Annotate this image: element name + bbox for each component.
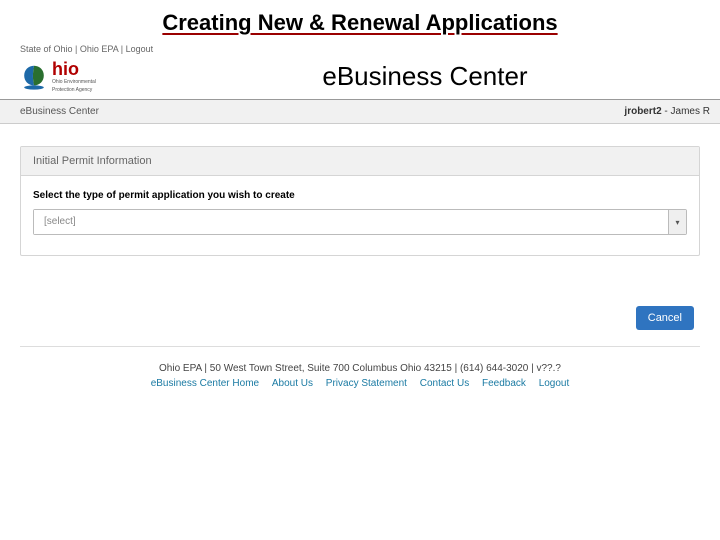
slide-title: Creating New & Renewal Applications (0, 0, 720, 42)
user-id: jrobert2 (624, 106, 661, 117)
select-value: [select] (34, 210, 668, 234)
app-title: eBusiness Center (140, 61, 710, 92)
logout-link[interactable]: Logout (126, 44, 154, 54)
logo-wordmark: hio (52, 60, 96, 78)
breadcrumb[interactable]: eBusiness Center (20, 106, 99, 117)
page-header: hio Ohio Environmental Protection Agency… (0, 58, 720, 100)
user-info: jrobert2 - James R (624, 106, 710, 117)
ohio-epa-logo-icon (20, 63, 48, 91)
logo-subtext-line2: Protection Agency (52, 88, 96, 94)
logo: hio Ohio Environmental Protection Agency (20, 60, 140, 93)
separator: | (118, 44, 125, 54)
user-name: - James R (662, 106, 710, 117)
footer-feedback-link[interactable]: Feedback (482, 378, 526, 389)
navbar: eBusiness Center jrobert2 - James R (0, 100, 720, 124)
footer-logout-link[interactable]: Logout (539, 378, 570, 389)
page-footer: Ohio EPA | 50 West Town Street, Suite 70… (0, 347, 720, 389)
top-links-bar: State of Ohio | Ohio EPA | Logout (0, 42, 720, 58)
logo-subtext-line1: Ohio Environmental (52, 80, 96, 86)
permit-type-label: Select the type of permit application yo… (33, 190, 687, 201)
initial-permit-panel: Initial Permit Information Select the ty… (20, 146, 700, 256)
state-of-ohio-link[interactable]: State of Ohio (20, 44, 73, 54)
footer-contact-link[interactable]: Contact Us (420, 378, 469, 389)
permit-type-select[interactable]: [select] ▾ (33, 209, 687, 235)
separator: | (73, 44, 80, 54)
chevron-down-icon: ▾ (668, 210, 686, 234)
ohio-epa-link[interactable]: Ohio EPA (80, 44, 118, 54)
footer-address: Ohio EPA | 50 West Town Street, Suite 70… (10, 363, 710, 374)
footer-home-link[interactable]: eBusiness Center Home (151, 378, 259, 389)
footer-about-link[interactable]: About Us (272, 378, 313, 389)
footer-links: eBusiness Center Home About Us Privacy S… (10, 378, 710, 389)
cancel-button[interactable]: Cancel (636, 306, 694, 330)
footer-privacy-link[interactable]: Privacy Statement (326, 378, 407, 389)
panel-header: Initial Permit Information (21, 147, 699, 176)
